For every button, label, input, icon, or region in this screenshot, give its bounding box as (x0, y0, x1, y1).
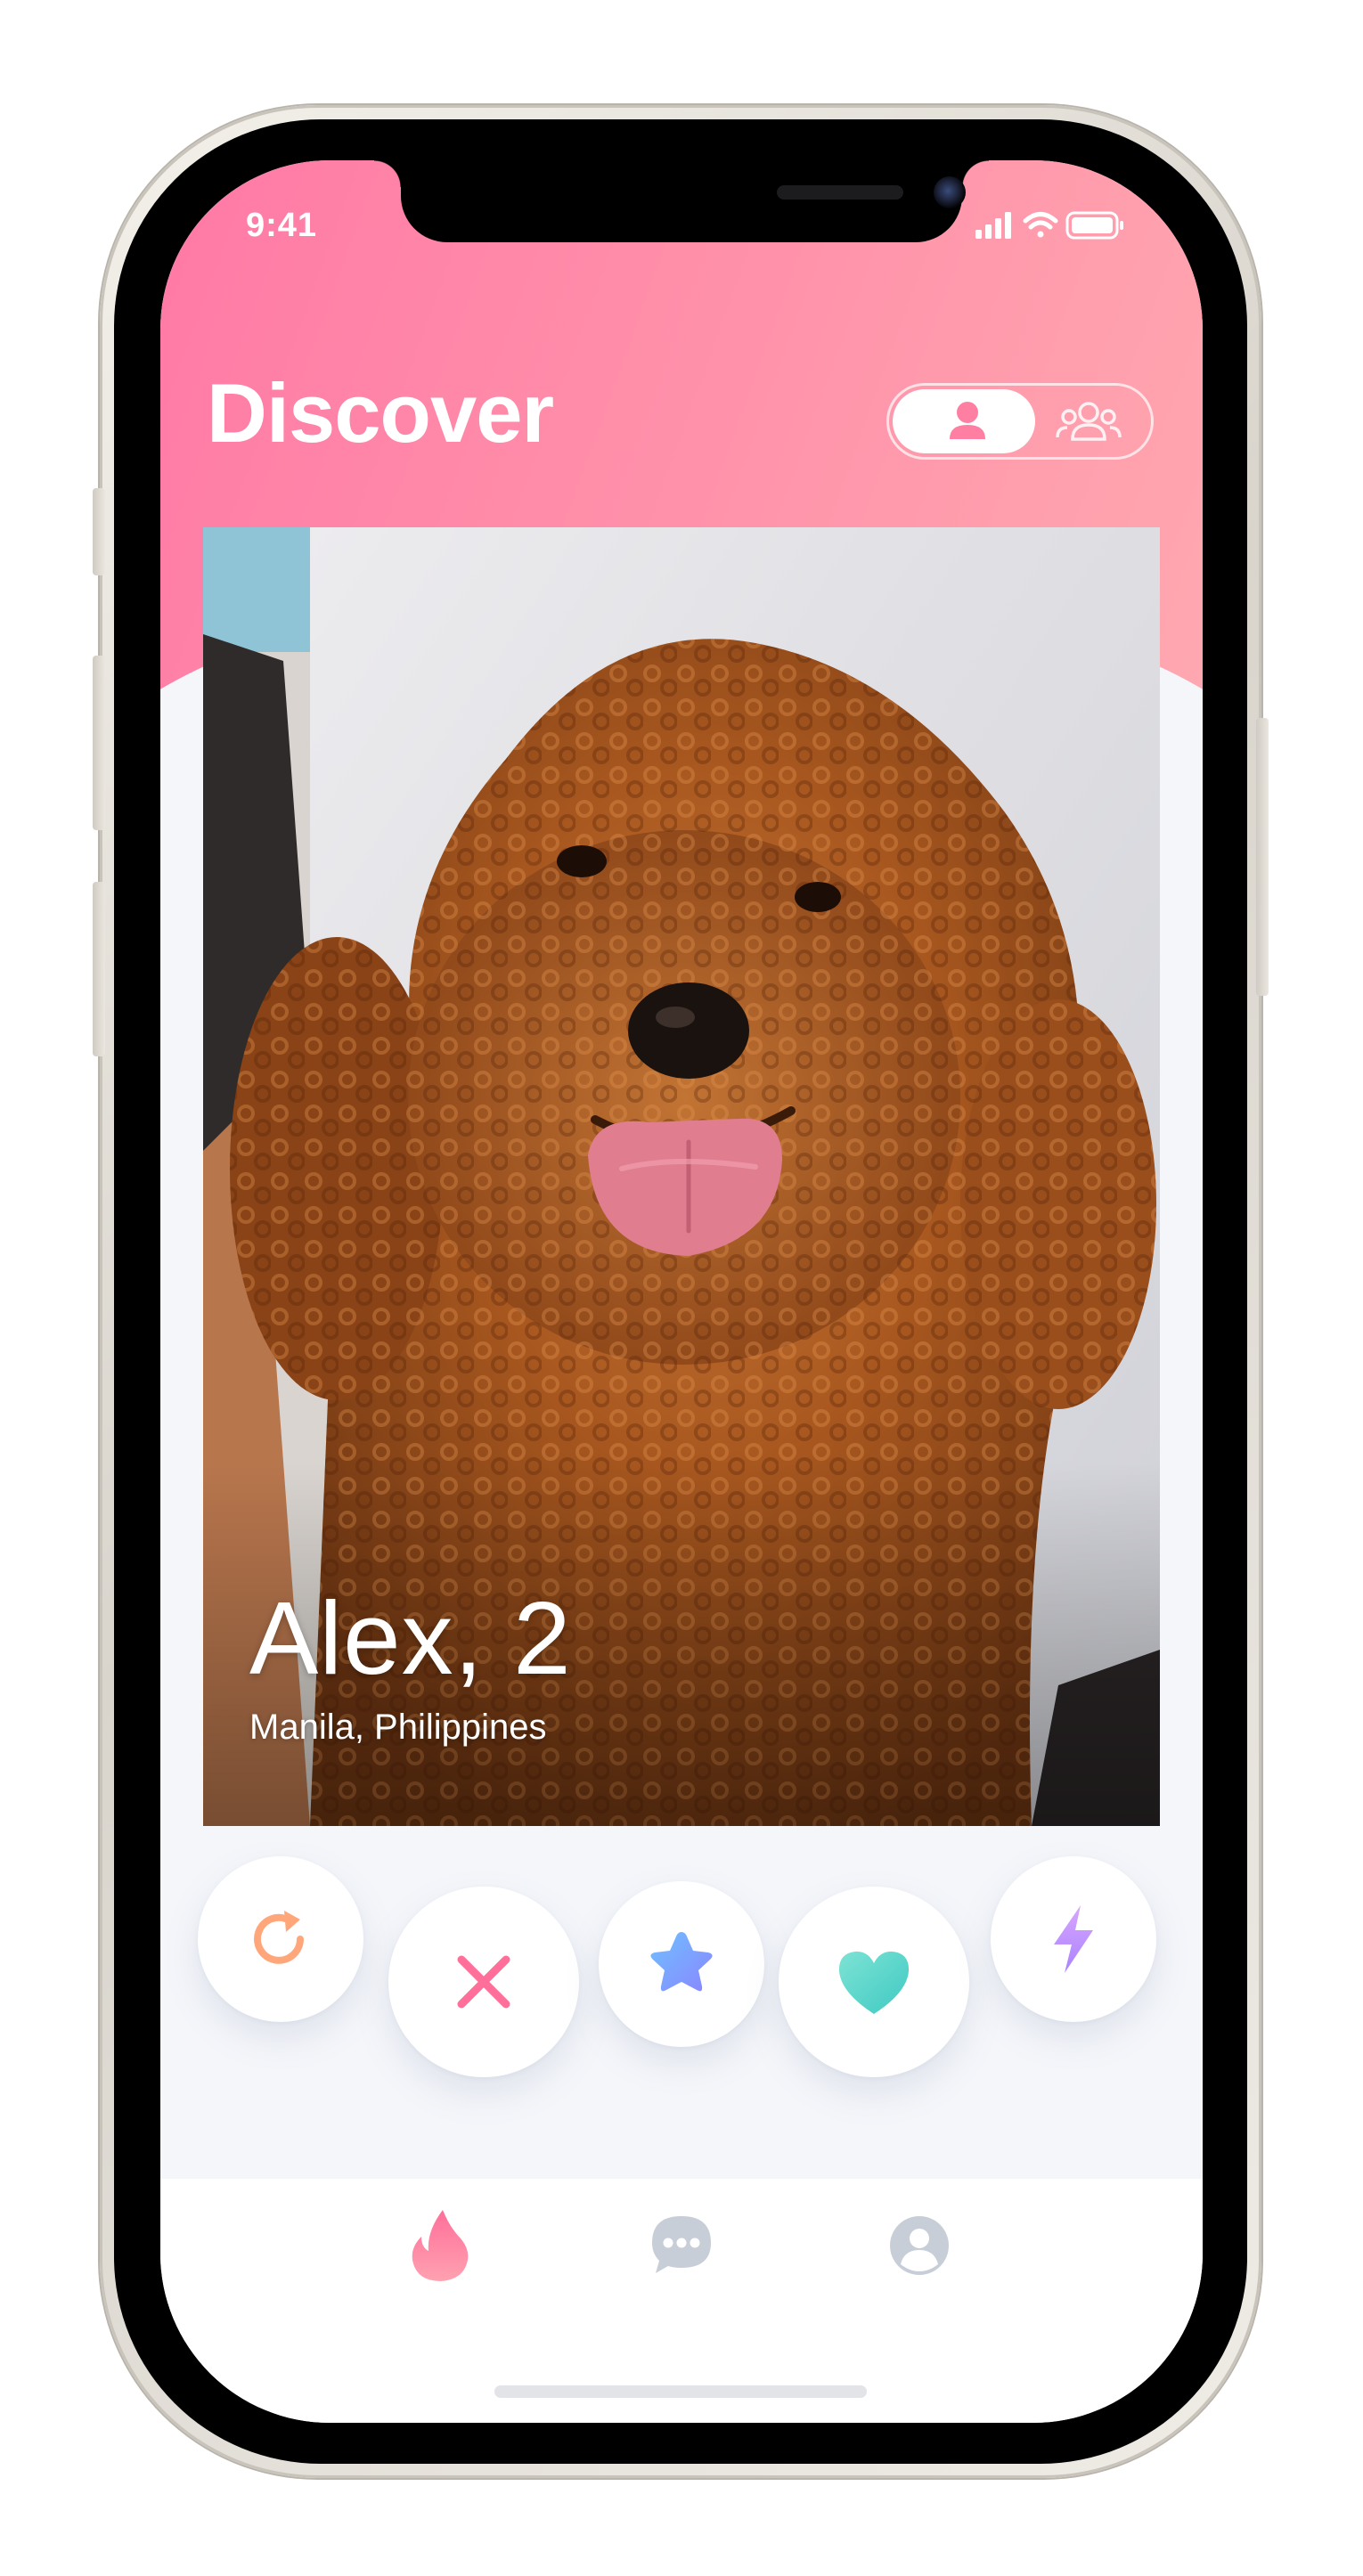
profile-location: Manila, Philippines (249, 1708, 547, 1747)
discover-mode-toggle[interactable] (886, 383, 1154, 460)
wifi-icon (1023, 212, 1058, 238)
speaker-grille (777, 185, 903, 200)
volume-down-button (93, 882, 105, 1056)
rewind-icon (254, 1911, 304, 1964)
battery-icon (1065, 211, 1123, 240)
product-mockup: 9:41 Discover Alex, 2 Manila, Philippine… (0, 0, 1363, 2576)
nope-button[interactable] (388, 1887, 579, 2077)
status-icons (975, 207, 1127, 242)
page-title: Discover (207, 366, 554, 460)
profile-icon (890, 2216, 949, 2275)
profile-name-age: Alex, 2 (249, 1580, 572, 1696)
boost-button[interactable] (991, 1856, 1156, 2022)
status-time: 9:41 (246, 207, 318, 244)
lightning-icon (1054, 1905, 1093, 1973)
tab-discover[interactable] (391, 2197, 489, 2295)
power-button (1256, 718, 1269, 996)
star-icon (650, 1932, 713, 1992)
flame-icon (412, 2210, 469, 2281)
home-indicator (494, 2385, 867, 2398)
single-user-icon[interactable] (941, 395, 994, 450)
group-users-icon[interactable] (1055, 395, 1122, 450)
chat-icon (652, 2216, 711, 2273)
profile-card[interactable]: Alex, 2 Manila, Philippines (203, 527, 1160, 1826)
heart-icon (838, 1951, 910, 2014)
front-camera (934, 176, 966, 208)
signal-icon (975, 212, 1011, 239)
silent-switch (93, 488, 105, 575)
tab-messages[interactable] (633, 2197, 730, 2295)
like-button[interactable] (779, 1887, 969, 2077)
rewind-button[interactable] (198, 1856, 363, 2022)
volume-up-button (93, 656, 105, 830)
close-icon (457, 1955, 510, 2009)
tab-profile[interactable] (870, 2197, 968, 2295)
super-like-button[interactable] (599, 1881, 764, 2047)
app-screen: 9:41 Discover Alex, 2 Manila, Philippine… (160, 160, 1203, 2423)
display-notch (374, 160, 989, 242)
